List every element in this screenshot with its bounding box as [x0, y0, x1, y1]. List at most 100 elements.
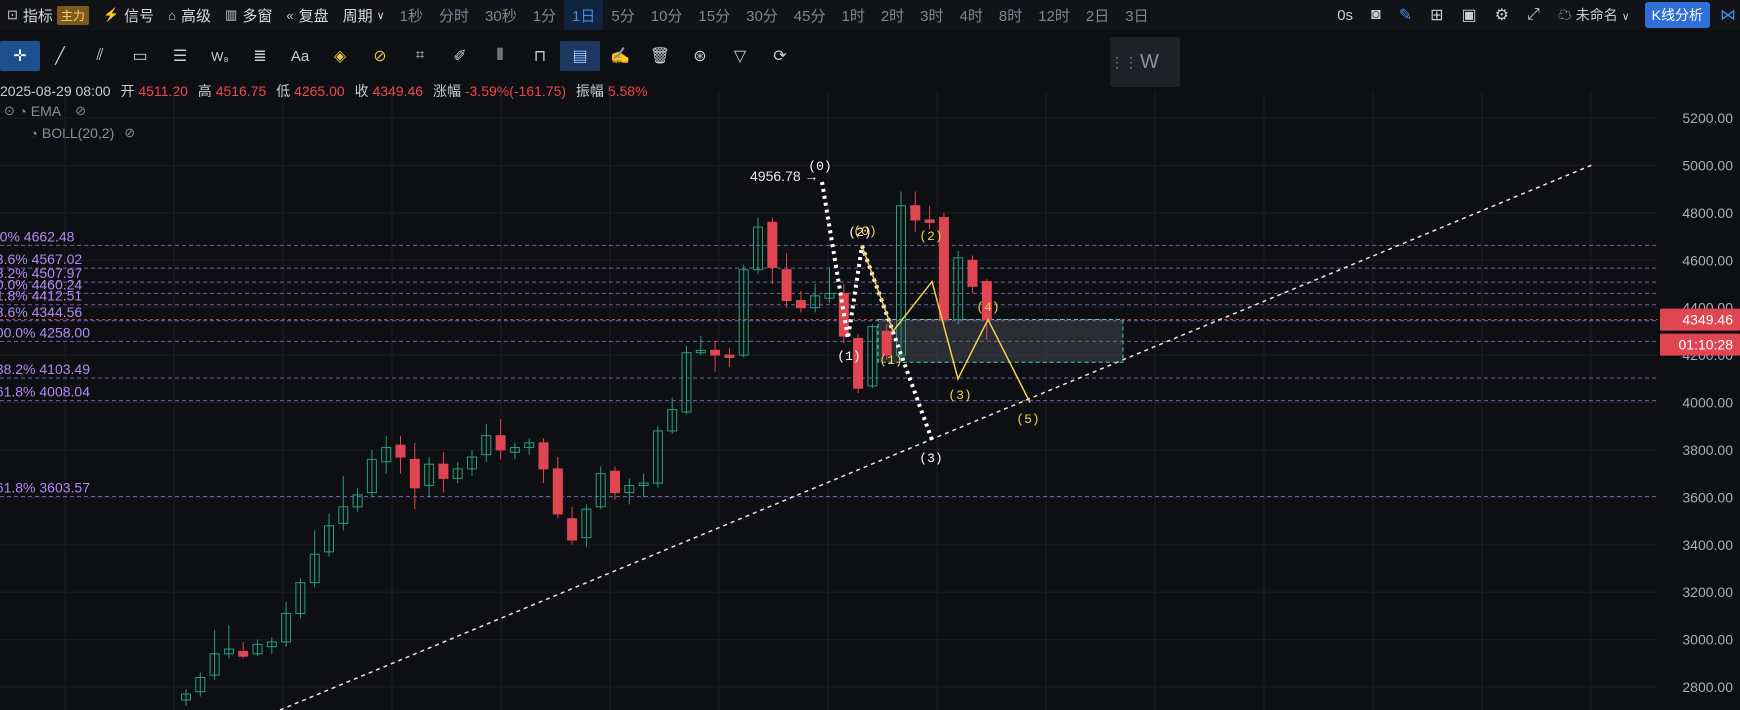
- candle: [695, 336, 706, 356]
- candle: [395, 435, 406, 474]
- candle: [567, 506, 578, 545]
- candle-body: [910, 205, 921, 221]
- candle: [538, 438, 549, 484]
- candle: [967, 255, 978, 294]
- fib-label: 78.6% 4344.56: [0, 304, 82, 320]
- y-tick-label: 3200.00: [1682, 584, 1733, 600]
- candle: [352, 487, 363, 512]
- candle: [610, 466, 620, 500]
- candle-body: [724, 354, 735, 358]
- yellow-wave-label: (5): [1016, 412, 1039, 427]
- yellow-wave-label: (0): [853, 224, 876, 239]
- candle-body: [552, 468, 563, 515]
- candle: [467, 449, 477, 476]
- candle: [195, 672, 206, 697]
- candle: [452, 461, 463, 484]
- candle: [438, 452, 449, 493]
- candle-body: [395, 444, 406, 458]
- candle: [667, 397, 678, 434]
- candle: [953, 250, 964, 325]
- candle-body: [924, 219, 935, 223]
- y-tick-label: 4000.00: [1682, 395, 1733, 411]
- rectangle-zone: [877, 319, 1124, 363]
- candle: [481, 423, 492, 462]
- candle: [738, 264, 749, 358]
- y-tick-label: 3600.00: [1682, 489, 1733, 505]
- candle-body: [767, 221, 778, 268]
- candle-body: [781, 269, 792, 302]
- peak-price-label: 4956.78 →: [750, 168, 819, 184]
- candle: [810, 283, 821, 313]
- fib-label: 61.8% 4412.51: [0, 288, 82, 304]
- trend-line: [279, 164, 1593, 710]
- candle: [767, 217, 778, 284]
- candle: [910, 191, 921, 232]
- y-tick-label: 5000.00: [1682, 157, 1733, 173]
- candle: [724, 347, 735, 367]
- candle: [209, 630, 220, 680]
- candle: [381, 435, 392, 474]
- candle: [867, 324, 878, 389]
- white-wave-label: (3): [919, 451, 942, 466]
- candle: [581, 504, 592, 548]
- candle: [181, 689, 191, 706]
- price-chart[interactable]: 5200.005000.004800.004600.004400.004200.…: [0, 0, 1740, 710]
- candle-body: [967, 259, 978, 287]
- fib-label: 0.0% 4662.48: [0, 228, 75, 244]
- candle: [223, 625, 234, 659]
- candle: [624, 478, 635, 505]
- white-wave: [820, 181, 935, 444]
- candle: [495, 419, 506, 460]
- candle-body: [238, 650, 249, 657]
- yellow-wave-label: (3): [948, 388, 971, 403]
- y-tick-label: 4600.00: [1682, 252, 1733, 268]
- fib-label: 138.2% 4103.49: [0, 361, 90, 377]
- candle: [338, 475, 349, 531]
- candle-body: [495, 435, 506, 451]
- candle: [309, 530, 320, 588]
- candle-body: [610, 470, 620, 494]
- candle: [552, 457, 563, 519]
- candle-body: [409, 458, 420, 489]
- candle: [595, 466, 606, 510]
- candle: [252, 639, 263, 657]
- y-tick-label: 3400.00: [1682, 537, 1733, 553]
- candle: [509, 442, 520, 460]
- candle: [753, 217, 763, 275]
- y-tick-label: 3800.00: [1682, 442, 1733, 458]
- yellow-wave-label: (1): [879, 353, 902, 368]
- candle: [324, 513, 334, 557]
- candle: [424, 457, 435, 498]
- candle: [824, 267, 835, 303]
- candle: [409, 442, 420, 510]
- candle-body: [438, 463, 449, 479]
- candle: [781, 253, 792, 308]
- y-tick-label: 5200.00: [1682, 110, 1733, 126]
- y-tick-label: 2800.00: [1682, 679, 1733, 695]
- white-wave-label: (1): [837, 349, 860, 364]
- y-tick-label: 4800.00: [1682, 205, 1733, 221]
- candle-body: [795, 300, 806, 309]
- fib-label: 161.8% 4008.04: [0, 384, 90, 400]
- candle: [795, 291, 806, 313]
- candle-body: [567, 518, 578, 541]
- candle: [710, 340, 721, 372]
- candle-body: [881, 330, 892, 356]
- last-price-value: 4349.46: [1682, 312, 1733, 328]
- yellow-wave-label: (2): [919, 229, 942, 244]
- candle: [295, 577, 306, 619]
- candle: [652, 426, 663, 488]
- candle-body: [538, 442, 549, 470]
- fib-label: 100.0% 4258.00: [0, 324, 90, 340]
- yellow-wave-start: [861, 245, 894, 332]
- fib-label: 261.8% 3603.57: [0, 479, 90, 495]
- candle: [681, 345, 692, 415]
- candle: [524, 438, 535, 455]
- y-tick-label: 3000.00: [1682, 632, 1733, 648]
- candle: [638, 473, 649, 498]
- candle-body: [710, 349, 721, 356]
- candle: [366, 449, 377, 498]
- candle: [238, 641, 249, 659]
- countdown-value: 01:10:28: [1679, 337, 1734, 353]
- yellow-wave-label: (4): [976, 300, 999, 315]
